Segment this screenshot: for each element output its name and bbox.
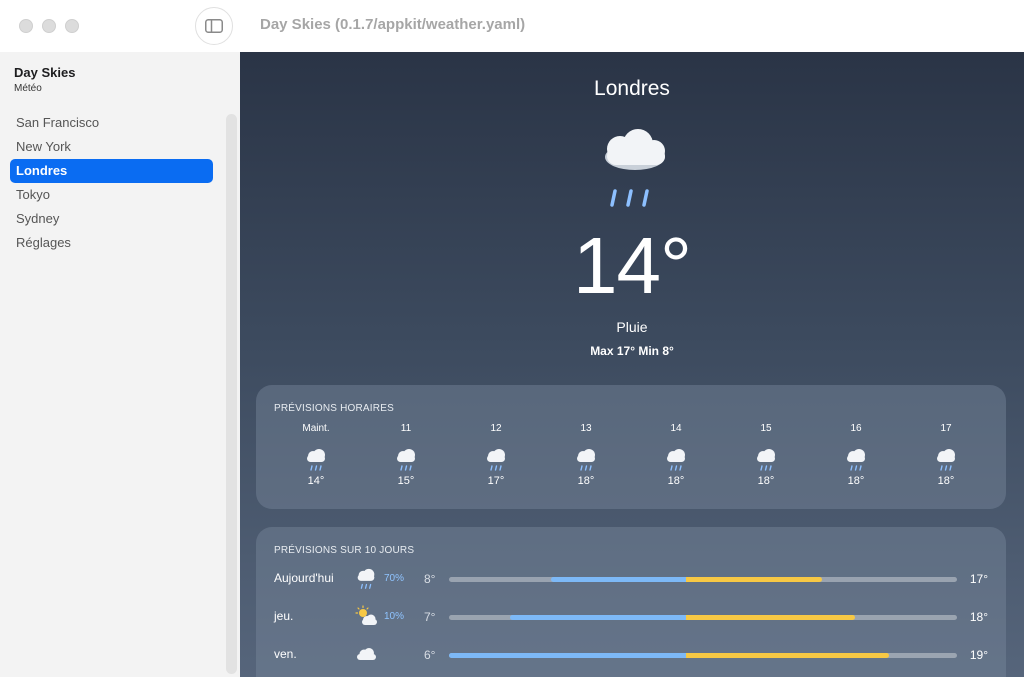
- hourly-item: 16 18°: [826, 423, 886, 487]
- day-name: Aujourd'hui: [274, 571, 334, 585]
- cloud-rain-icon: [847, 449, 865, 471]
- hourly-title: PRÉVISIONS HORAIRES: [274, 403, 394, 414]
- app-name: Day Skies: [14, 65, 76, 80]
- minimize-window-button[interactable]: [42, 19, 56, 33]
- range-bar-warm: [686, 577, 822, 582]
- title-bar: Day Skies (0.1.7/appkit/weather.yaml): [0, 0, 1024, 52]
- window-title: Day Skies (0.1.7/appkit/weather.yaml): [260, 16, 526, 33]
- zoom-window-button[interactable]: [65, 19, 79, 33]
- sidebar-toggle-button[interactable]: [195, 7, 233, 45]
- sidebar-item-new-york[interactable]: New York: [10, 135, 213, 159]
- hour-temperature: 14°: [307, 475, 325, 487]
- temperature-range-bar: [449, 615, 957, 620]
- range-bar-cool: [449, 653, 687, 658]
- cloud-icon: [357, 648, 376, 660]
- range-bar-cool: [550, 577, 687, 582]
- daily-row: jeu. 10% 7° 18°: [274, 605, 988, 629]
- hour-label: Maint.: [302, 423, 330, 434]
- hour-label: 17: [940, 423, 952, 434]
- sidebar-scrollbar[interactable]: [226, 114, 237, 674]
- hour-temperature: 18°: [667, 475, 685, 487]
- hourly-forecast-card: PRÉVISIONS HORAIRES Maint. 14° 11 15° 12 17° 1…: [256, 385, 1006, 509]
- temperature-range-bar: [449, 653, 957, 658]
- day-high-temp: 17°: [969, 572, 988, 586]
- cloud-rain-icon: [357, 568, 375, 589]
- day-name: ven.: [274, 647, 297, 661]
- hour-temperature: 17°: [487, 475, 505, 487]
- hourly-item: Maint. 14°: [286, 423, 346, 487]
- hourly-item: 15 18°: [736, 423, 796, 487]
- hour-temperature: 18°: [847, 475, 865, 487]
- city-name: Londres: [594, 77, 670, 100]
- cloud-rain-icon: [487, 449, 505, 471]
- day-low-temp: 8°: [424, 572, 436, 586]
- sidebar-item-san-francisco[interactable]: San Francisco: [10, 111, 213, 135]
- hourly-item: 11 15°: [376, 423, 436, 487]
- day-low-temp: 7°: [424, 610, 436, 624]
- temperature-range-bar: [449, 577, 957, 582]
- hour-label: 12: [490, 423, 502, 434]
- sidebar-item-sydney[interactable]: Sydney: [10, 207, 213, 231]
- day-name: jeu.: [274, 609, 294, 623]
- range-bar-warm: [686, 653, 890, 658]
- sidebar-item-reglages[interactable]: Réglages: [10, 231, 213, 255]
- current-temperature: 14°: [573, 221, 692, 310]
- hour-temperature: 18°: [757, 475, 775, 487]
- hour-temperature: 18°: [577, 475, 595, 487]
- cloud-rain-icon: [667, 449, 685, 471]
- hour-temperature: 15°: [397, 475, 415, 487]
- cloud-rain-icon: [757, 449, 775, 471]
- hourly-item: 12 17°: [466, 423, 526, 487]
- day-low-temp: 6°: [424, 648, 436, 662]
- hour-label: 16: [850, 423, 862, 434]
- sidebar: Day Skies Météo San Francisco New York L…: [0, 52, 240, 677]
- app-subtitle: Météo: [14, 83, 42, 94]
- hourly-item: 13 18°: [556, 423, 616, 487]
- sidebar-icon: [205, 19, 223, 33]
- daily-forecast-card: PRÉVISIONS SUR 10 JOURS Aujourd'hui 70% 8°…: [256, 527, 1006, 677]
- weather-detail: Londres 14° Pluie Max 17° Min 8° PRÉVISI…: [240, 52, 1024, 677]
- day-high-temp: 19°: [969, 648, 988, 662]
- cloud-rain-icon: [937, 449, 955, 471]
- range-bar-warm: [686, 615, 856, 620]
- cloud-rain-icon: [577, 449, 595, 471]
- sun-cloud-icon: [355, 605, 377, 625]
- cloud-rain-icon: [397, 449, 415, 471]
- hourly-item: 17 18°: [916, 423, 976, 487]
- current-condition: Pluie: [616, 319, 648, 335]
- precip-chance: 10%: [384, 611, 405, 622]
- hour-temperature: 18°: [937, 475, 955, 487]
- sidebar-item-tokyo[interactable]: Tokyo: [10, 183, 213, 207]
- hourly-item: 14 18°: [646, 423, 706, 487]
- hour-label: 15: [760, 423, 772, 434]
- daily-title: PRÉVISIONS SUR 10 JOURS: [274, 545, 415, 556]
- hour-label: 13: [580, 423, 592, 434]
- range-bar-cool: [509, 615, 687, 620]
- cloud-rain-icon: [307, 449, 325, 471]
- sidebar-nav: San Francisco New York Londres Tokyo Syd…: [10, 111, 213, 255]
- day-high-temp: 18°: [969, 610, 988, 624]
- daily-row: Aujourd'hui 70% 8° 17°: [274, 567, 988, 591]
- hour-label: 11: [400, 423, 412, 434]
- precip-chance: 70%: [384, 573, 405, 584]
- app-window: Day Skies (0.1.7/appkit/weather.yaml) Da…: [0, 0, 1024, 677]
- high-low: Max 17° Min 8°: [590, 344, 674, 358]
- hour-label: 14: [670, 423, 682, 434]
- sidebar-item-londres[interactable]: Londres: [10, 159, 213, 183]
- close-window-button[interactable]: [19, 19, 33, 33]
- daily-row: ven. 6° 19°: [274, 643, 988, 667]
- cloud-rain-icon: [605, 129, 665, 207]
